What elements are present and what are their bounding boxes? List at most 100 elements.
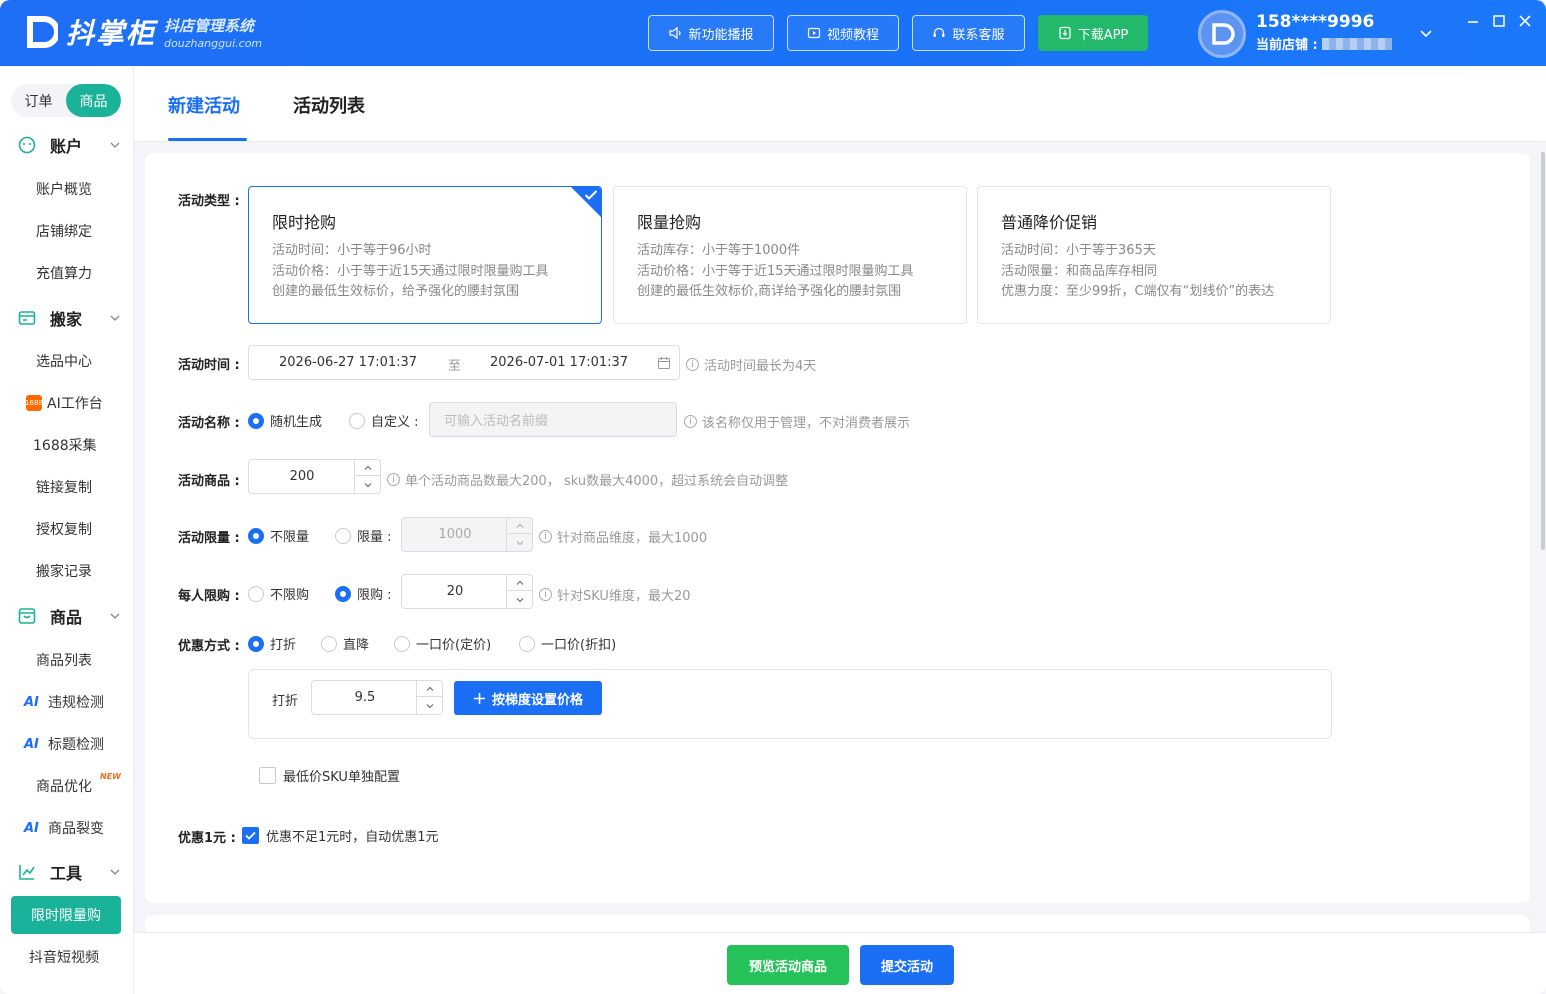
sidebar-item-store-binding[interactable]: 店铺绑定 (0, 217, 134, 245)
segment-orders[interactable]: 订单 (11, 84, 66, 117)
increment-button[interactable] (507, 575, 532, 591)
app-logo: 抖掌柜 抖店管理系统 douzhanggui.com (20, 12, 262, 52)
radio-name-custom[interactable]: 自定义 : (349, 411, 419, 430)
limit-label: 活动限量 : (178, 531, 240, 546)
sidebar-item-link-copy[interactable]: 链接复制 (0, 473, 134, 501)
radio-dot (248, 585, 264, 602)
radio-name-random[interactable]: 随机生成 (248, 411, 322, 430)
sidebar-item-goods-list[interactable]: 商品列表 (0, 646, 134, 674)
radio-dot (349, 412, 365, 429)
info-icon: i (387, 473, 400, 486)
download-app-button[interactable]: 下载APP (1038, 15, 1148, 51)
increment-button[interactable] (355, 460, 380, 476)
sidebar-item-move-records[interactable]: 搬家记录 (0, 557, 134, 585)
radio-dot (335, 527, 351, 544)
min-sku-checkbox[interactable]: 最低价SKU单独配置 (259, 766, 400, 785)
sidebar-item-violation-check[interactable]: AI 违规检测 (0, 688, 134, 716)
tab-new-activity[interactable]: 新建活动 (168, 92, 240, 118)
type-card-limited-qty[interactable]: 限量抢购 活动库存：小于等于1000件 活动价格：小于等于近15天通过限时限量购… (613, 186, 967, 324)
chevron-up-icon (516, 580, 523, 585)
ai-icon: AI (24, 820, 39, 836)
chevron-down-icon (516, 541, 523, 546)
sidebar-group-move[interactable]: 搬家 (0, 303, 134, 333)
decrement-button[interactable] (417, 698, 442, 714)
calendar-icon (657, 357, 671, 370)
video-tutorial-button[interactable]: 视频教程 (787, 15, 899, 51)
time-label: 活动时间 : (178, 358, 240, 373)
radio-limit-none[interactable]: 不限量 (248, 526, 309, 545)
avatar[interactable] (1198, 10, 1246, 58)
radio-per-none[interactable]: 不限购 (248, 584, 309, 603)
tier-price-button[interactable]: 按梯度设置价格 (454, 681, 602, 715)
radio-disc-fixed-discount[interactable]: 一口价(折扣) (519, 634, 616, 653)
sidebar-item-goods-fission[interactable]: AI 商品裂变 (0, 814, 134, 842)
segment-goods[interactable]: 商品 (66, 84, 121, 117)
radio-dot (248, 527, 264, 544)
contact-support-button[interactable]: 联系客服 (912, 15, 1025, 51)
sidebar-item-douyin-video[interactable]: 抖音短视频 (0, 943, 134, 971)
sidebar-item-ai-workbench[interactable]: 1688 AI工作台 (0, 389, 134, 417)
account-icon (18, 136, 36, 154)
decrement-button[interactable] (355, 477, 380, 493)
decrement-button[interactable] (507, 535, 532, 551)
sidebar-item-recharge[interactable]: 充值算力 (0, 259, 134, 287)
type-card-price-cut[interactable]: 普通降价促销 活动时间：小于等于365天 活动限量：和商品库存相同 优惠力度：至… (977, 186, 1331, 324)
info-icon: i (539, 530, 552, 543)
type-card-flash-sale[interactable]: 限时抢购 活动时间：小于等于96小时 活动价格：小于等于近15天通过限时限量购工… (248, 186, 602, 324)
close-icon[interactable] (1516, 12, 1534, 30)
maximize-icon[interactable] (1490, 12, 1508, 30)
chevron-down-icon (110, 869, 120, 875)
sidebar-item-1688-collect[interactable]: 1688采集 (0, 431, 134, 459)
download-icon (1059, 26, 1071, 40)
radio-disc-direct[interactable]: 直降 (321, 634, 369, 653)
sidebar-group-tools[interactable]: 工具 (0, 857, 134, 887)
chevron-up-icon (426, 686, 433, 691)
video-icon (807, 27, 821, 39)
new-features-button[interactable]: 新功能播报 (648, 15, 774, 51)
submit-activity-button[interactable]: 提交活动 (860, 945, 954, 985)
date-range-picker[interactable]: 2026-06-27 17:01:37 至 2026-07-01 17:01:3… (248, 345, 680, 380)
scrollbar[interactable] (1541, 152, 1545, 550)
chevron-down-icon[interactable] (1418, 25, 1434, 41)
store-name-blurred (1321, 37, 1392, 50)
sidebar-item-flash-sale[interactable]: 限时限量购 (11, 896, 121, 934)
tab-activity-list[interactable]: 活动列表 (293, 92, 365, 118)
sidebar-item-auth-copy[interactable]: 授权复制 (0, 515, 134, 543)
one-yuan-checkbox[interactable]: 优惠不足1元时，自动优惠1元 (242, 826, 439, 845)
sidebar-item-selection-center[interactable]: 选品中心 (0, 347, 134, 375)
mode-switch: 订单 商品 (11, 84, 121, 117)
per-user-stepper[interactable]: 20 (401, 574, 533, 609)
goods-count-stepper[interactable]: 200 (248, 459, 381, 494)
start-date[interactable]: 2026-06-27 17:01:37 (279, 355, 417, 370)
minimize-icon[interactable] (1464, 12, 1482, 30)
sidebar-item-title-check[interactable]: AI 标题检测 (0, 730, 134, 758)
chevron-down-icon (364, 483, 371, 488)
radio-dot (248, 635, 264, 652)
sidebar-group-goods[interactable]: 商品 (0, 601, 134, 631)
discount-stepper[interactable]: 9.5 (311, 680, 443, 715)
chevron-down-icon (110, 613, 120, 619)
decrement-button[interactable] (507, 592, 532, 608)
sidebar-item-goods-optimize[interactable]: 商品优化 NEW (0, 772, 134, 800)
info-icon: i (686, 358, 699, 371)
chevron-down-icon (110, 315, 120, 321)
chevron-up-icon (516, 523, 523, 528)
name-label: 活动名称 : (178, 416, 240, 431)
preview-goods-button[interactable]: 预览活动商品 (727, 945, 849, 985)
increment-button[interactable] (417, 681, 442, 697)
ai-icon: AI (24, 694, 39, 710)
time-hint: i 活动时间最长为4天 (686, 355, 816, 374)
limit-qty-stepper[interactable]: 1000 (401, 517, 533, 552)
sidebar-item-account-overview[interactable]: 账户概览 (0, 175, 134, 203)
radio-per-limit[interactable]: 限购 : (335, 584, 392, 603)
radio-dot (321, 635, 337, 652)
speaker-icon (669, 26, 682, 40)
sidebar-group-account[interactable]: 账户 (0, 130, 134, 160)
end-date[interactable]: 2026-07-01 17:01:37 (490, 355, 628, 370)
activity-name-prefix-input[interactable]: 可输入活动名前缀 (429, 402, 677, 437)
radio-disc-percent[interactable]: 打折 (248, 634, 296, 653)
main-content: 新建活动 活动列表 活动类型 : 限时抢购 活动时间：小于等于96小时 活动价格… (134, 66, 1546, 994)
radio-disc-fixed-price[interactable]: 一口价(定价) (394, 634, 491, 653)
increment-button[interactable] (507, 518, 532, 534)
radio-limit-qty[interactable]: 限量 : (335, 526, 392, 545)
